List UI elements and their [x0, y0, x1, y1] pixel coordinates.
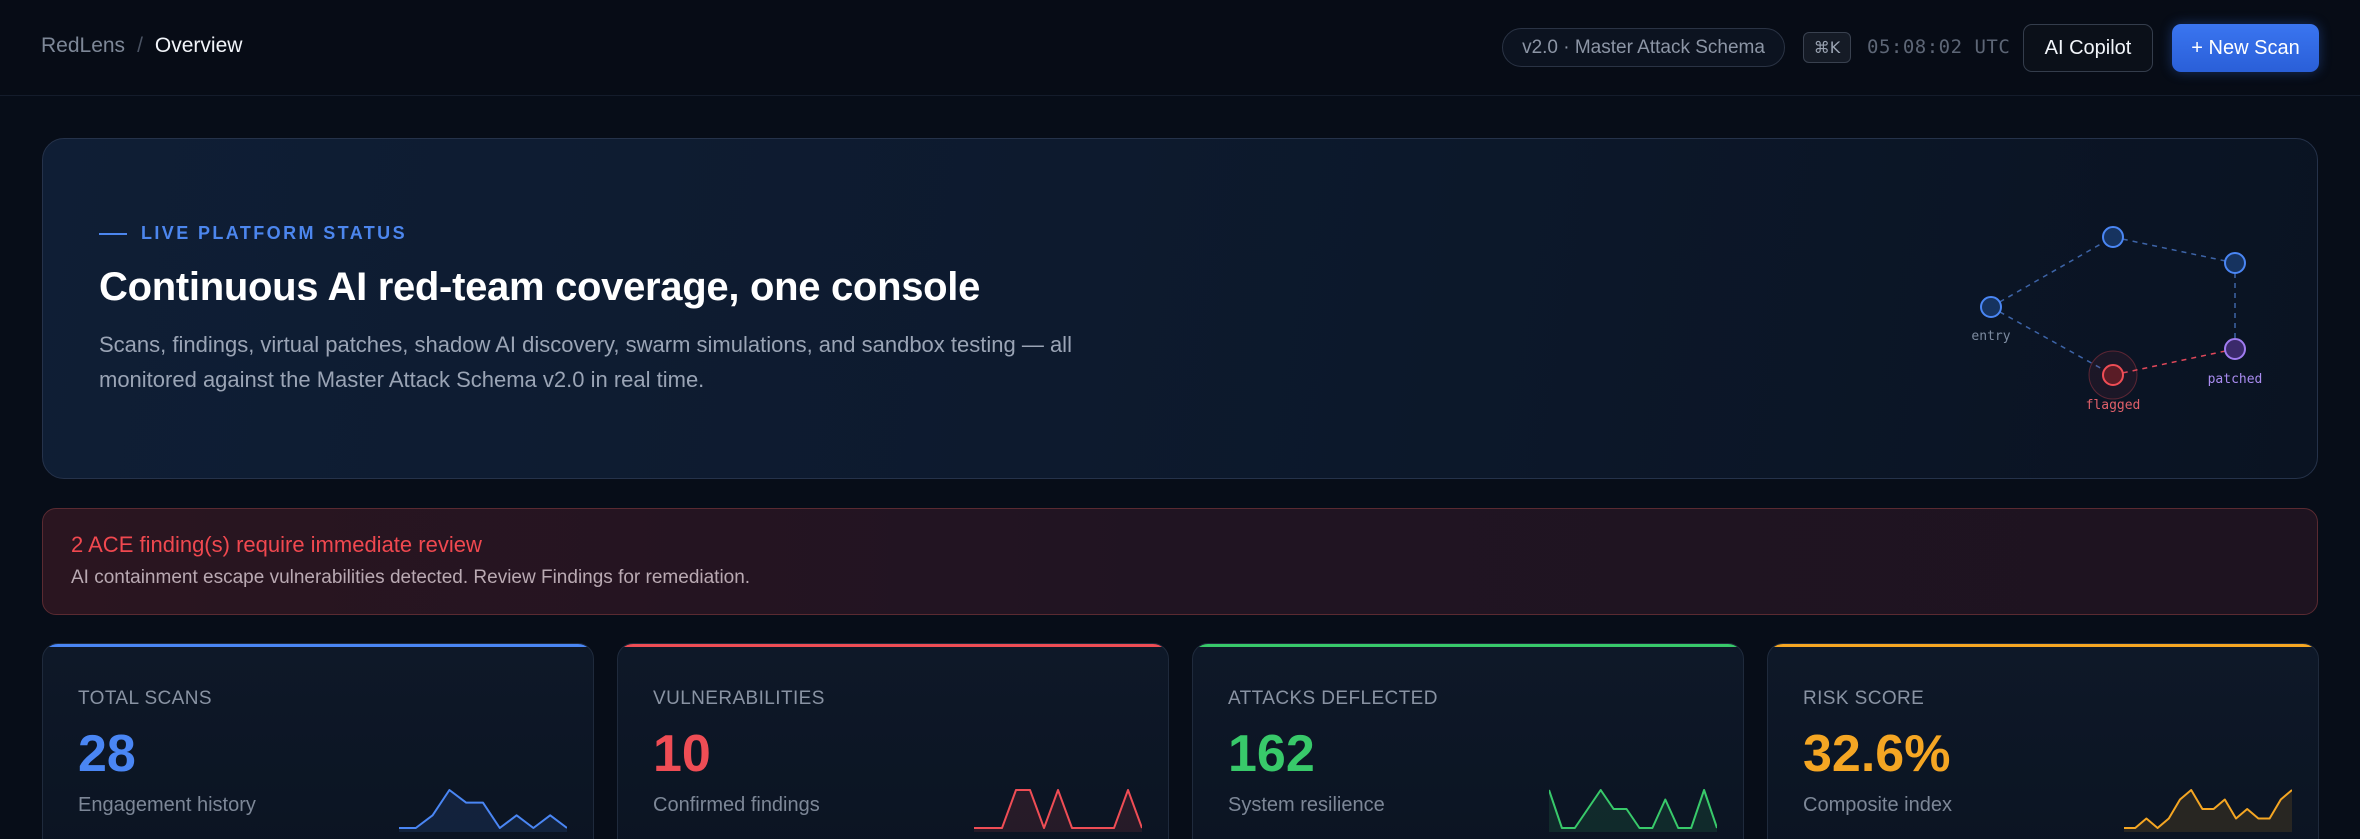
stat-label: RISK SCORE [1803, 688, 1925, 709]
stat-value: 162 [1228, 725, 1315, 783]
sparkline-area [2124, 790, 2292, 832]
top-bar: RedLens / Overview v2.0 · Master Attack … [0, 0, 2360, 96]
sparkline-area [399, 790, 567, 832]
stat-card-vulnerabilities[interactable]: VULNERABILITIES 10 Confirmed findings [617, 643, 1169, 839]
stat-label: ATTACKS DEFLECTED [1228, 688, 1438, 709]
stat-label: TOTAL SCANS [78, 688, 212, 709]
card-accent-bar [618, 644, 1168, 647]
alert-title: 2 ACE finding(s) require immediate revie… [71, 532, 482, 557]
sparkline [1549, 789, 1717, 832]
card-accent-bar [1768, 644, 2318, 647]
graph-node [2102, 226, 2124, 248]
stat-subtitle: Confirmed findings [653, 794, 820, 816]
sparkline [399, 789, 567, 832]
hero-title: Continuous AI red-team coverage, one con… [99, 265, 981, 309]
sparkline-area [974, 790, 1142, 832]
entry-node [1980, 296, 2002, 318]
stat-label: VULNERABILITIES [653, 688, 825, 709]
kicker-line [99, 232, 127, 235]
ace-findings-alert[interactable]: 2 ACE finding(s) require immediate revie… [42, 508, 2318, 615]
schema-version-badge: v2.0 · Master Attack Schema [1502, 28, 1785, 67]
patched-node [2224, 338, 2246, 360]
flagged-node [2102, 364, 2124, 386]
hero-description: Scans, findings, virtual patches, shadow… [99, 332, 1072, 392]
stat-value: 10 [653, 725, 711, 783]
sparkline [974, 789, 1142, 832]
breadcrumb-root[interactable]: RedLens [41, 34, 125, 58]
command-palette-shortcut[interactable]: ⌘K [1803, 32, 1851, 63]
card-accent-bar [43, 644, 593, 647]
new-scan-button[interactable]: + New Scan [2172, 24, 2319, 72]
stat-value: 28 [78, 725, 136, 783]
stat-value: 32.6% [1803, 725, 1951, 783]
attack-path-graph-icon: entry flagged patched [1971, 226, 2263, 413]
stat-card-risk-score[interactable]: RISK SCORE 32.6% Composite index [1767, 643, 2319, 839]
hero-kicker-text: LIVE PLATFORM STATUS [141, 223, 407, 243]
alert-body: AI containment escape vulnerabilities de… [71, 567, 751, 588]
graph-edge [2112, 236, 2236, 264]
graph-node [2224, 252, 2246, 274]
breadcrumb-separator: / [137, 34, 143, 57]
platform-status-hero: LIVE PLATFORM STATUS Continuous AI red-t… [42, 138, 2318, 479]
stat-subtitle: System resilience [1228, 794, 1385, 816]
patched-label: patched [2208, 372, 2263, 387]
stat-subtitle: Engagement history [78, 794, 256, 816]
ai-copilot-button[interactable]: AI Copilot [2023, 24, 2153, 72]
utc-clock: 05:08:02 UTC [1867, 36, 2011, 58]
graph-edge [1990, 236, 2114, 308]
card-accent-bar [1193, 644, 1743, 647]
entry-label: entry [1971, 329, 2010, 344]
sparkline [2124, 789, 2292, 832]
hero-kicker: LIVE PLATFORM STATUS [99, 223, 407, 244]
breadcrumb: RedLens / Overview [41, 34, 242, 58]
breadcrumb-current: Overview [154, 34, 243, 57]
stat-card-attacks-deflected[interactable]: ATTACKS DEFLECTED 162 System resilience [1192, 643, 1744, 839]
stat-subtitle: Composite index [1803, 794, 1952, 816]
stat-card-total-scans[interactable]: TOTAL SCANS 28 Engagement history [42, 643, 594, 839]
flagged-label: flagged [2086, 398, 2141, 413]
